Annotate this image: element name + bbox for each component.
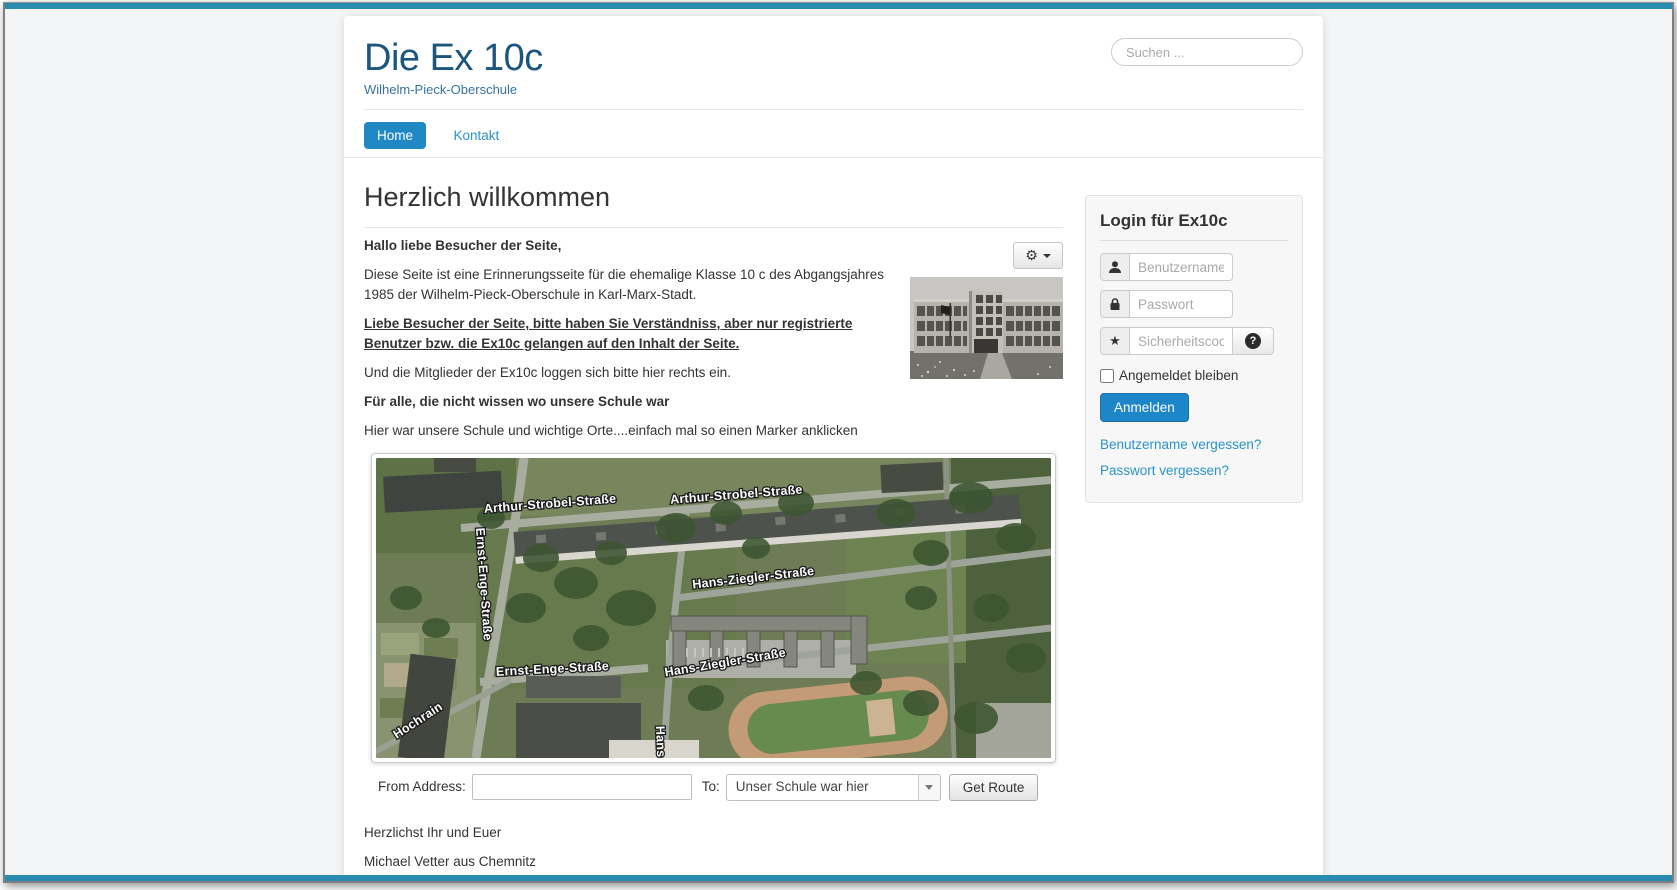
article-options-button[interactable]: ⚙ [1013, 242, 1063, 269]
school-photo [910, 277, 1063, 379]
password-input[interactable] [1130, 290, 1233, 318]
from-address-label: From Address: [378, 777, 466, 797]
search-input[interactable] [1111, 38, 1303, 66]
nav-item-home[interactable]: Home [364, 122, 426, 149]
to-select-value: Unser Schule war hier [727, 777, 918, 797]
window-top-accent-bar [5, 3, 1672, 9]
closing-text-2: Michael Vetter aus Chemnitz [364, 852, 1063, 872]
forgot-username-link[interactable]: Benutzername vergessen? [1100, 437, 1288, 452]
site-tagline: Wilhelm-Pieck-Oberschule [364, 82, 1303, 97]
school-heading-text: Für alle, die nicht wissen wo unsere Sch… [364, 392, 1063, 412]
screenshot-root: Die Ex 10c Wilhelm-Pieck-Oberschule Home… [0, 0, 1677, 890]
forgot-password-link[interactable]: Passwort vergessen? [1100, 463, 1288, 478]
help-icon: ? [1245, 333, 1261, 349]
select-arrow-box [918, 775, 940, 800]
remember-label: Angemeldet bleiben [1119, 368, 1238, 383]
site-header: Die Ex 10c Wilhelm-Pieck-Oberschule [344, 16, 1323, 97]
caret-down-icon [1043, 254, 1051, 258]
user-icon [1100, 253, 1130, 281]
captcha-help-button[interactable]: ? [1233, 327, 1274, 355]
username-group [1100, 253, 1288, 281]
divider [344, 157, 1323, 158]
page-container: Die Ex 10c Wilhelm-Pieck-Oberschule Home… [344, 16, 1323, 881]
article-body: ⚙ [364, 236, 1063, 883]
username-input[interactable] [1130, 253, 1233, 281]
browser-window: Die Ex 10c Wilhelm-Pieck-Oberschule Home… [3, 2, 1674, 883]
school-map[interactable]: Arthur-Strobel-Straße Arthur-Strobel-Str… [371, 453, 1056, 763]
divider [364, 227, 1063, 228]
to-select[interactable]: Unser Schule war hier [726, 774, 941, 801]
get-route-button[interactable]: Get Route [949, 774, 1039, 801]
map-hint-text: Hier war unsere Schule und wichtige Orte… [364, 421, 1063, 441]
login-title: Login für Ex10c [1100, 211, 1288, 241]
captcha-group: ★ ? [1100, 327, 1288, 355]
chevron-down-icon [925, 785, 933, 790]
page-title: Herzlich willkommen [364, 182, 1063, 213]
password-group [1100, 290, 1288, 318]
login-panel: Login für Ex10c [1085, 195, 1303, 503]
captcha-input[interactable] [1130, 327, 1233, 355]
nav-item-kontakt[interactable]: Kontakt [440, 122, 512, 149]
main-nav: Home Kontakt [344, 110, 1323, 157]
from-address-input[interactable] [472, 774, 692, 800]
route-form: From Address: To: Unser Schule war hier … [378, 774, 1063, 801]
closing-text-1: Herzlichst Ihr und Euer [364, 823, 1063, 843]
star-icon: ★ [1100, 327, 1130, 355]
login-button[interactable]: Anmelden [1100, 393, 1189, 422]
gear-icon: ⚙ [1025, 249, 1038, 263]
window-bottom-accent-bar [5, 875, 1672, 881]
article-column: Herzlich willkommen ⚙ [364, 182, 1063, 883]
remember-me-row: Angemeldet bleiben [1100, 368, 1288, 383]
content-area: Herzlich willkommen ⚙ [344, 182, 1323, 883]
to-label: To: [702, 777, 720, 797]
lock-icon [1100, 290, 1130, 318]
remember-checkbox[interactable] [1100, 369, 1114, 383]
greeting-text: Hallo liebe Besucher der Seite, [364, 236, 1063, 256]
